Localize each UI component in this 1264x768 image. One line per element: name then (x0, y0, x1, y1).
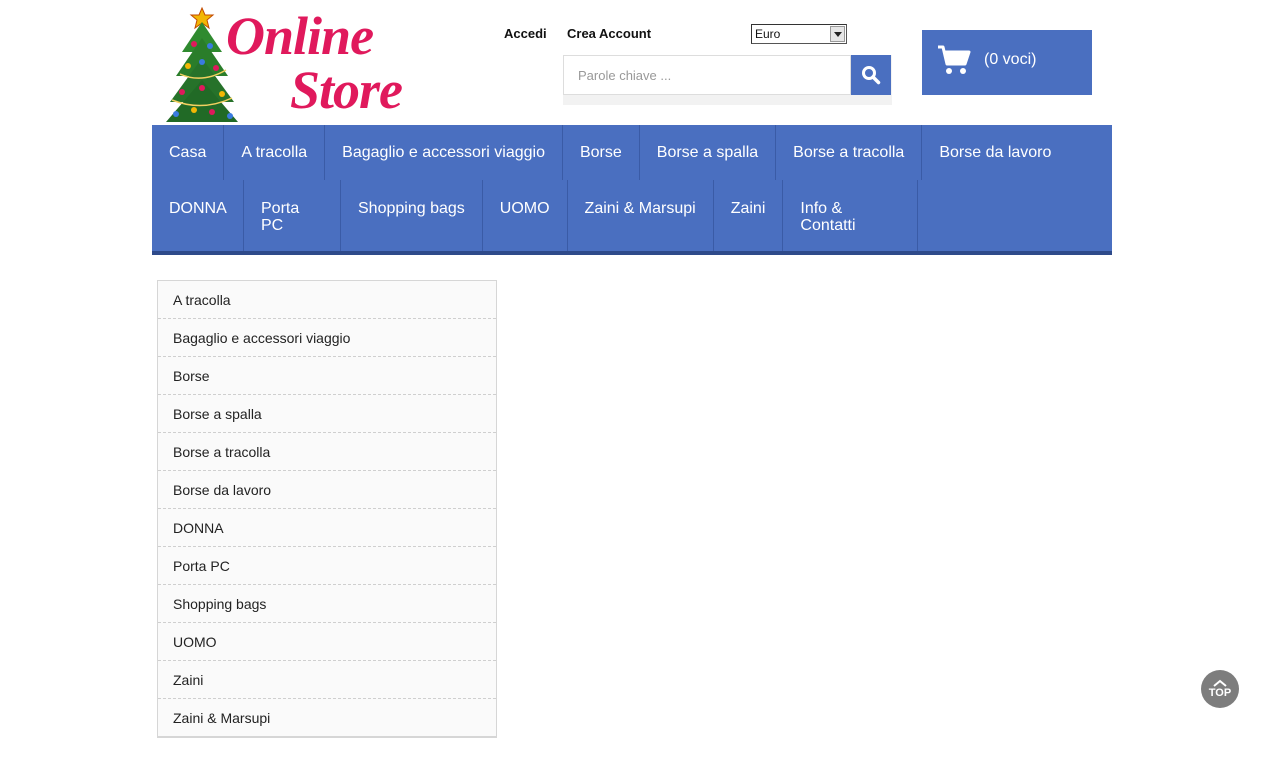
search-input[interactable] (563, 55, 851, 95)
nav-item-borse[interactable]: Borse (563, 125, 640, 180)
currency-selected-value: Euro (755, 27, 781, 41)
site-header: Online Store Accedi Crea Account Euro (0… (152, 0, 1112, 125)
cart-button[interactable]: (0 voci) (922, 30, 1092, 95)
category-item[interactable]: Borse (158, 357, 496, 395)
category-list: A tracolla Bagaglio e accessori viaggio … (157, 280, 497, 738)
nav-item-borse-a-spalla[interactable]: Borse a spalla (640, 125, 777, 180)
search-bar (563, 55, 892, 105)
category-item[interactable]: Borse da lavoro (158, 471, 496, 509)
category-item[interactable]: A tracolla (158, 281, 496, 319)
category-item[interactable]: DONNA (158, 509, 496, 547)
chevron-down-icon (830, 26, 845, 42)
nav-item-zaini[interactable]: Zaini (714, 180, 784, 251)
currency-select[interactable]: Euro (751, 24, 847, 44)
main-navigation: Casa A tracolla Bagaglio e accessori via… (152, 125, 1112, 255)
category-item[interactable]: Borse a tracolla (158, 433, 496, 471)
nav-item-casa[interactable]: Casa (152, 125, 225, 180)
back-to-top-button[interactable]: TOP (1201, 670, 1239, 708)
cart-item-count: (0 voci) (984, 51, 1037, 68)
nav-item-porta-pc[interactable]: Porta PC (244, 180, 341, 251)
nav-row-1: Casa A tracolla Bagaglio e accessori via… (152, 125, 1112, 180)
logo-text-online: Online (226, 6, 374, 66)
nav-item-shopping-bags[interactable]: Shopping bags (341, 180, 483, 251)
category-item[interactable]: Borse a spalla (158, 395, 496, 433)
login-link[interactable]: Accedi (504, 26, 547, 41)
category-item[interactable]: Zaini (158, 661, 496, 699)
nav-item-borse-a-tracolla[interactable]: Borse a tracolla (776, 125, 923, 180)
search-icon (862, 66, 881, 85)
nav-item-info-contatti[interactable]: Info & Contatti (783, 180, 919, 251)
logo-text-store: Store (290, 60, 403, 120)
cart-icon (938, 45, 971, 74)
category-item[interactable]: Zaini & Marsupi (158, 699, 496, 737)
category-item[interactable]: Porta PC (158, 547, 496, 585)
nav-item-borse-da-lavoro[interactable]: Borse da lavoro (922, 125, 1068, 180)
create-account-link[interactable]: Crea Account (567, 26, 651, 41)
nav-item-a-tracolla[interactable]: A tracolla (224, 125, 326, 180)
category-item[interactable]: Bagaglio e accessori viaggio (158, 319, 496, 357)
back-to-top-label: TOP (1208, 687, 1232, 699)
search-button[interactable] (851, 55, 891, 95)
store-logo[interactable]: Online Store (164, 4, 429, 124)
nav-row-2: DONNA Porta PC Shopping bags UOMO Zaini … (152, 180, 1112, 251)
nav-item-zaini-marsupi[interactable]: Zaini & Marsupi (568, 180, 714, 251)
chevron-up-icon (1213, 679, 1227, 687)
category-item[interactable]: UOMO (158, 623, 496, 661)
category-item[interactable]: Shopping bags (158, 585, 496, 623)
nav-item-donna[interactable]: DONNA (152, 180, 244, 251)
nav-item-uomo[interactable]: UOMO (483, 180, 568, 251)
nav-item-bagaglio[interactable]: Bagaglio e accessori viaggio (325, 125, 563, 180)
